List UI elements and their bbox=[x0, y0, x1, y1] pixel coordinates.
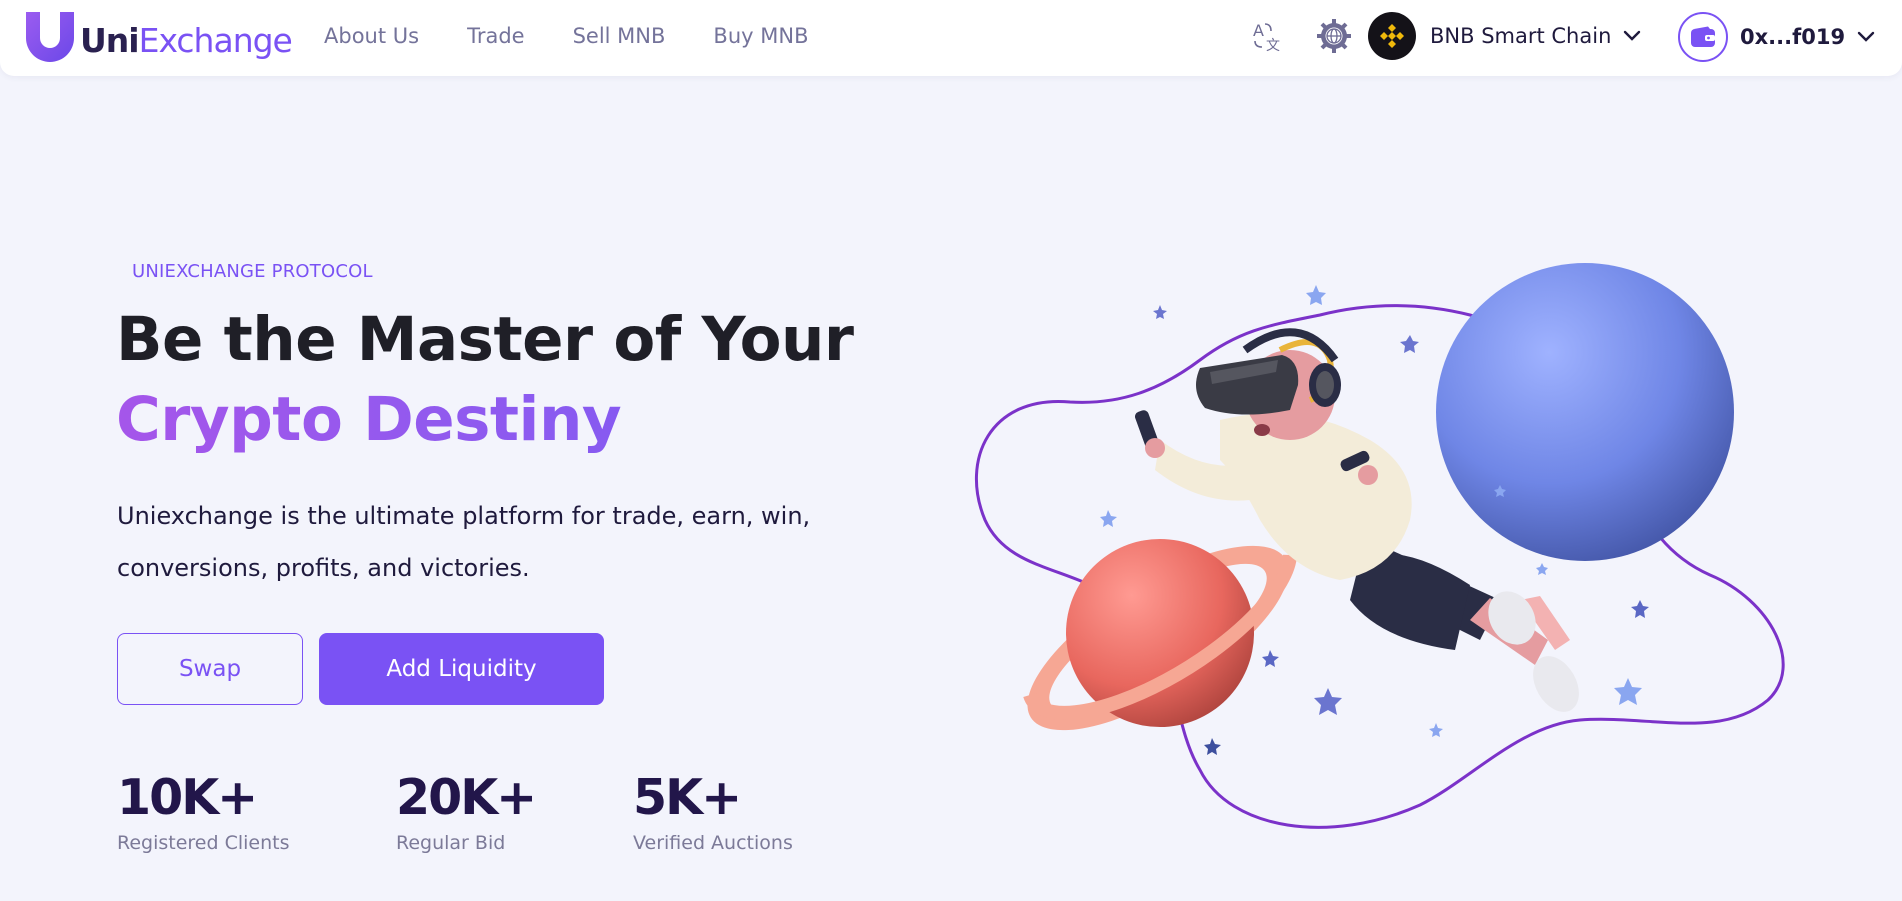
hero-kicker: UNIEXCHANGE PROTOCOL bbox=[132, 261, 373, 282]
brand-name-exchange: Exchange bbox=[138, 20, 293, 60]
brand-name-uni: Uni bbox=[80, 20, 140, 60]
nav-link-trade[interactable]: Trade bbox=[467, 24, 525, 48]
vr-astronaut-planets-illustration bbox=[975, 263, 1785, 829]
add-liquidity-button[interactable]: Add Liquidity bbox=[319, 633, 604, 705]
swap-button[interactable]: Swap bbox=[117, 633, 303, 705]
svg-text:A: A bbox=[1253, 21, 1264, 40]
bnb-logo-icon bbox=[1368, 12, 1416, 60]
chain-selector[interactable]: BNB Smart Chain bbox=[1368, 12, 1641, 60]
settings-button[interactable] bbox=[1316, 18, 1352, 54]
globe-gear-icon bbox=[1317, 19, 1351, 53]
chevron-down-icon bbox=[1857, 31, 1875, 42]
nav-link-buy-mnb[interactable]: Buy MNB bbox=[713, 24, 808, 48]
nav-link-about-us[interactable]: About Us bbox=[324, 24, 419, 48]
shield-u-logo-icon bbox=[26, 12, 74, 62]
hero-title-line1: Be the Master of Your bbox=[116, 304, 854, 375]
stat-label: Verified Auctions bbox=[633, 832, 793, 854]
stat-label: Registered Clients bbox=[117, 832, 290, 854]
main-nav: About Us Trade Sell MNB Buy MNB bbox=[324, 0, 808, 72]
stat-value: 20K+ bbox=[396, 769, 537, 826]
hero-title-line2: Crypto Destiny bbox=[116, 380, 854, 460]
wallet-icon bbox=[1678, 12, 1728, 62]
language-button[interactable]: A 文 bbox=[1250, 18, 1286, 54]
brand-wordmark: UniExchange bbox=[80, 20, 293, 60]
translate-icon: A 文 bbox=[1253, 21, 1280, 53]
wallet-address: 0x...f019 bbox=[1740, 25, 1846, 49]
stat-regular-bid: 20K+ Regular Bid bbox=[396, 768, 537, 854]
hero-title: Be the Master of Your Crypto Destiny bbox=[116, 300, 854, 460]
stat-label: Regular Bid bbox=[396, 832, 506, 854]
nav-link-sell-mnb[interactable]: Sell MNB bbox=[573, 24, 666, 48]
stat-registered-clients: 10K+ Registered Clients bbox=[117, 768, 290, 854]
stat-verified-auctions: 5K+ Verified Auctions bbox=[633, 768, 793, 854]
chain-name: BNB Smart Chain bbox=[1430, 24, 1612, 48]
stat-value: 10K+ bbox=[117, 769, 258, 826]
brand-logo[interactable]: UniExchange bbox=[22, 8, 293, 64]
stat-value: 5K+ bbox=[633, 769, 742, 826]
wallet-selector[interactable]: 0x...f019 bbox=[1678, 12, 1875, 62]
hero-description: Uniexchange is the ultimate platform for… bbox=[117, 502, 811, 582]
svg-text:文: 文 bbox=[1266, 38, 1280, 53]
chevron-down-icon bbox=[1624, 30, 1641, 41]
top-navbar: UniExchange About Us Trade Sell MNB Buy … bbox=[0, 0, 1902, 76]
